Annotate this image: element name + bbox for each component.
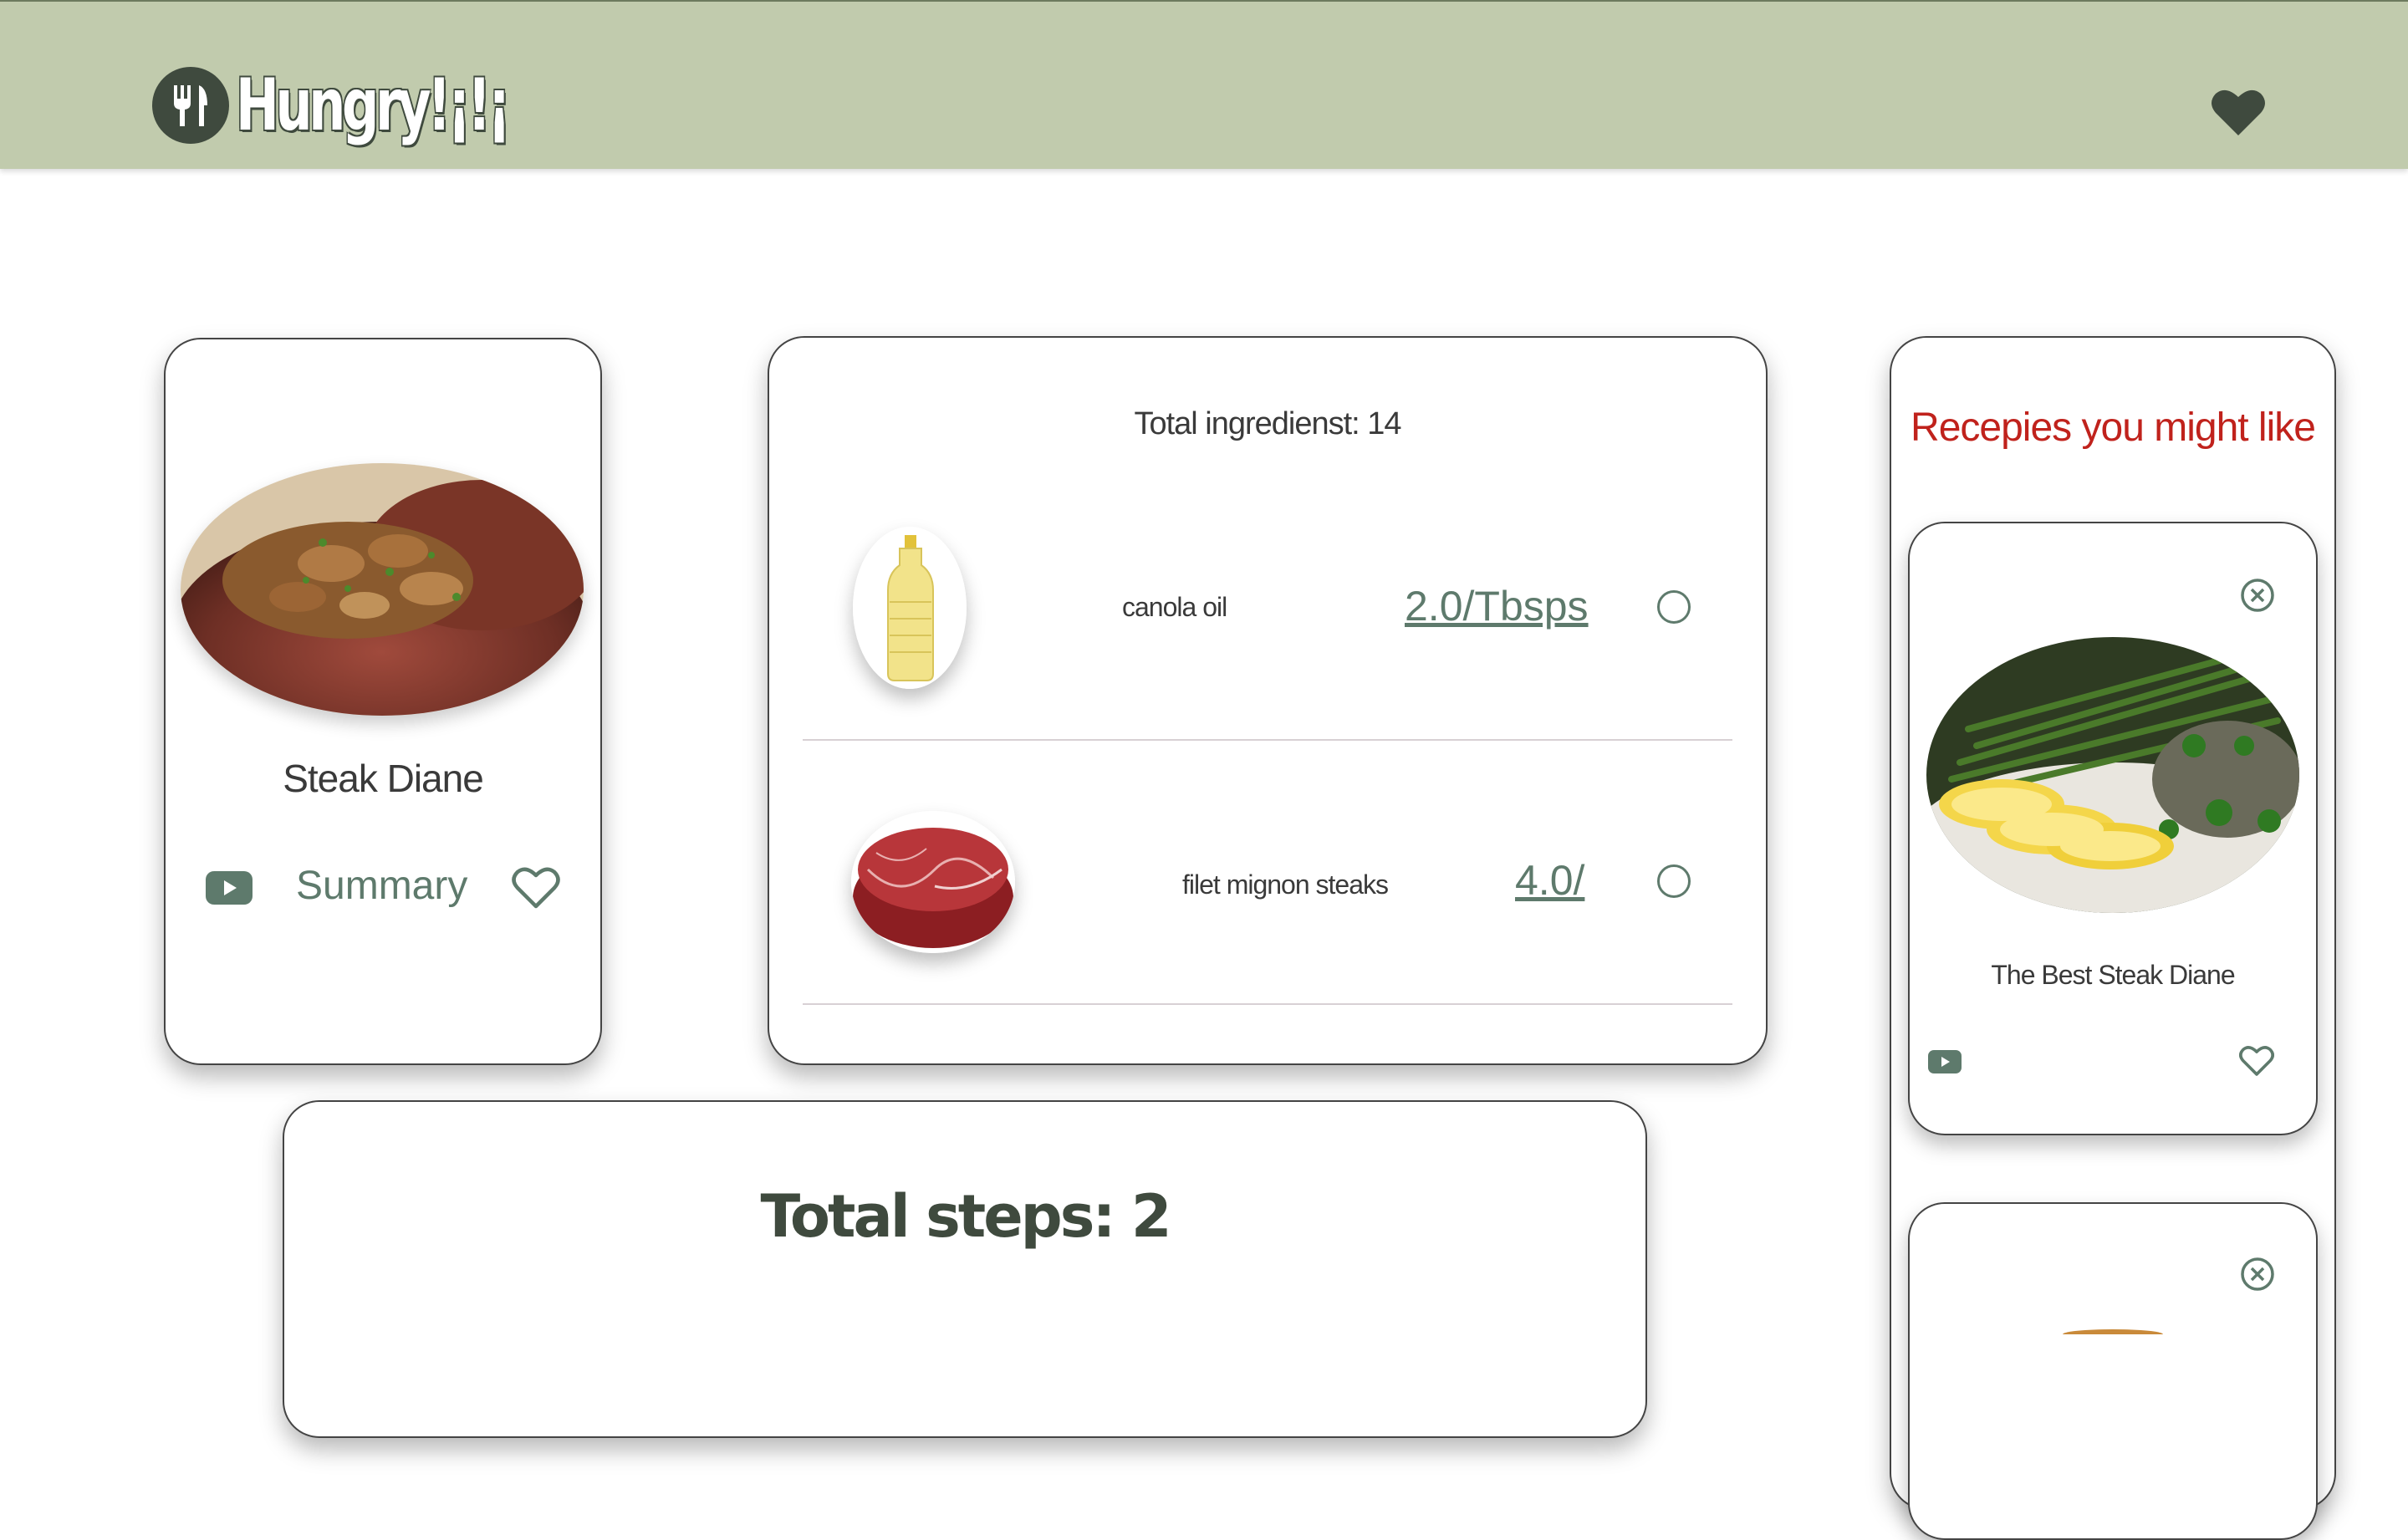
ingredient-row: filet mignon steaks 4.0/ <box>803 741 1732 1005</box>
recipe-title: Steak Diane <box>283 757 484 800</box>
recipe-card: Steak Diane Summary <box>164 338 602 1065</box>
ingredients-card: Total ingredienst: 14 canola oil 2.0/Tbs… <box>768 336 1768 1065</box>
total-steps-label: Total steps: 2 <box>760 1182 1171 1251</box>
top-header: Hungry!¡!¡ <box>0 0 2408 169</box>
suggestion-card[interactable]: The Best Steak Diane <box>1908 522 2318 1135</box>
suggestions-title: Recepies you might like <box>1911 405 2316 450</box>
heart-outline-icon[interactable] <box>512 866 560 910</box>
youtube-icon[interactable] <box>206 871 253 905</box>
close-icon[interactable] <box>2239 577 2276 614</box>
ingredient-row: canola oil 2.0/Tbsps <box>803 505 1732 741</box>
suggestion-image <box>1926 637 2299 913</box>
suggestions-panel: Recepies you might like The Best Steak D… <box>1890 336 2336 1540</box>
heart-filled-icon[interactable] <box>2211 87 2266 137</box>
ingredient-name: canola oil <box>1122 592 1227 622</box>
ingredient-amount[interactable]: 2.0/Tbsps <box>1405 582 1589 630</box>
ingredient-name: filet mignon steaks <box>1182 869 1389 900</box>
suggestion-image <box>1926 1318 2299 1334</box>
ingredient-image-oil <box>853 527 967 689</box>
recipe-actions: Summary <box>166 856 600 915</box>
ingredient-checkbox[interactable] <box>1657 590 1691 624</box>
youtube-icon[interactable] <box>1928 1050 1962 1073</box>
ingredient-image-steak <box>851 811 1015 953</box>
app-logo[interactable]: Hungry!¡!¡ <box>152 64 613 147</box>
close-icon[interactable] <box>2239 1256 2276 1293</box>
recipe-image <box>181 463 584 716</box>
steps-card: Total steps: 2 <box>283 1100 1647 1438</box>
suggestion-title: The Best Steak Diane <box>1991 960 2235 990</box>
fork-knife-icon <box>152 67 229 144</box>
heart-outline-icon[interactable] <box>2239 1045 2274 1077</box>
logo-text: Hungry!¡!¡ <box>236 64 511 147</box>
ingredient-amount[interactable]: 4.0/ <box>1515 856 1584 905</box>
total-ingredients-label: Total ingredienst: 14 <box>1134 406 1401 441</box>
summary-link[interactable]: Summary <box>296 863 467 909</box>
ingredient-checkbox[interactable] <box>1657 864 1691 898</box>
suggestion-card[interactable] <box>1908 1202 2318 1540</box>
